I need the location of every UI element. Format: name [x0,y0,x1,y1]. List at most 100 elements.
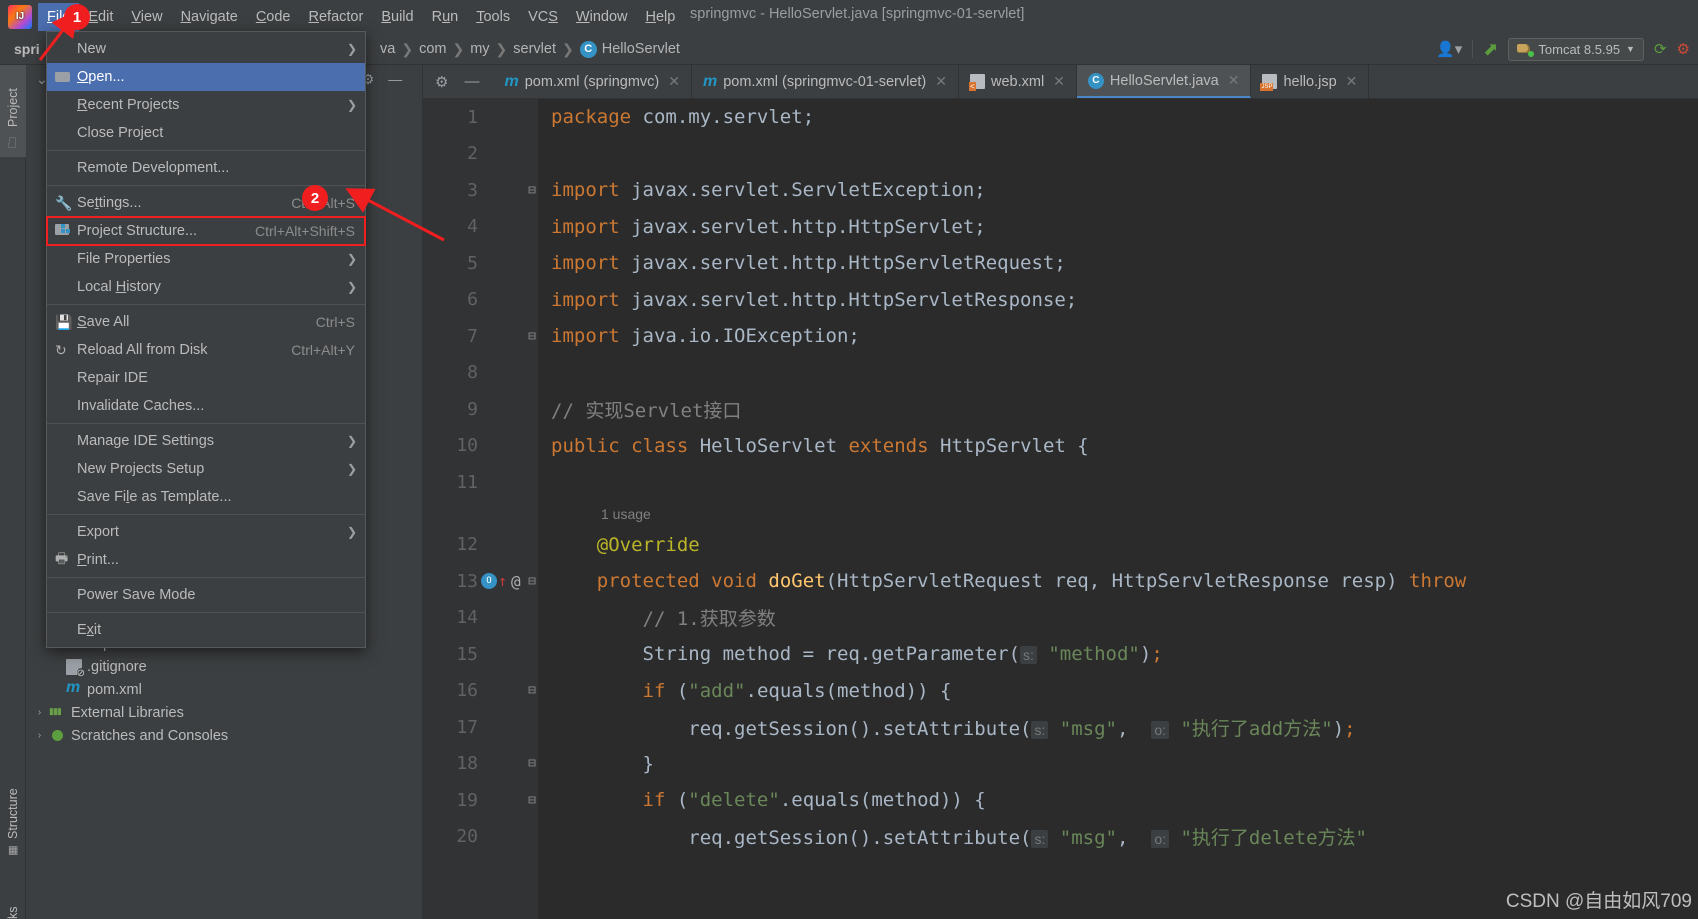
menu-item-label: Repair IDE [77,370,148,386]
menu-view[interactable]: View [122,3,171,31]
line-number: 6 [467,289,478,311]
minimize-icon[interactable]: — [388,71,402,87]
breadcrumb-item-va[interactable]: va [380,41,398,57]
close-icon[interactable]: ✕ [668,73,680,90]
close-icon[interactable]: ✕ [1053,73,1065,90]
chevron-right-icon[interactable]: › [34,730,45,741]
user-account-icon[interactable]: 👤▾ [1436,40,1462,58]
editor-tab-web.xml[interactable]: web.xml ✕ [959,65,1077,98]
menu-item-export[interactable]: Export ❯ [47,518,365,546]
chevron-right-icon: ❯ [346,462,357,476]
tree-row[interactable]: › Scratches and Consoles [26,724,422,747]
code-fold-icon[interactable]: ⊟ [523,329,541,344]
editor-tab-helloservlet.java[interactable]: C HelloServlet.java ✕ [1076,65,1252,98]
menu-window[interactable]: Window [567,3,637,31]
menu-bar: FileEditViewNavigateCodeRefactorBuildRun… [38,0,684,33]
menu-refactor[interactable]: Refactor [300,3,373,31]
menu-code[interactable]: Code [247,3,300,31]
menu-item-file-properties[interactable]: File Properties ❯ [47,245,365,273]
menu-item-new-projects-setup[interactable]: New Projects Setup ❯ [47,455,365,483]
menu-build[interactable]: Build [372,3,422,31]
menu-item-reload-all-from-disk[interactable]: ↻ Reload All from Disk Ctrl+Alt+Y [47,336,365,364]
menu-item-label: Exit [77,622,102,638]
tool-window-tab-project[interactable]: 🗀 Project [0,65,26,157]
menu-item-repair-ide[interactable]: Repair IDE [47,364,365,392]
menu-item-save-file-as-template[interactable]: Save File as Template... [47,483,365,511]
menu-item-label: Print... [77,552,119,568]
tree-row[interactable]: .gitignore [26,655,422,679]
chevron-right-icon[interactable]: › [34,707,45,718]
breadcrumb-item-servlet[interactable]: servlet [513,41,559,57]
breadcrumb-item-com[interactable]: com [419,41,449,57]
code-line-1: 1 package com.my.servlet; [423,99,1698,136]
breadcrumb-item-my[interactable]: my [470,41,492,57]
menu-run[interactable]: Run [423,3,468,31]
editor-tab-pom.xml-springmvc-01-servlet-[interactable]: m pom.xml (springmvc-01-servlet) ✕ [692,65,959,98]
editor-tab-label: HelloServlet.java [1109,72,1219,89]
tool-window-tab-bookmarks[interactable]: Bookmarks [0,865,26,919]
menu-item-print[interactable]: 🖶 Print... [47,546,365,574]
menu-item-recent-projects[interactable]: Recent Projects ❯ [47,91,365,119]
menu-item-invalidate-caches[interactable]: Invalidate Caches... [47,392,365,420]
xml-file-icon [968,74,985,91]
menu-item-project-structure[interactable]: Project Structure... Ctrl+Alt+Shift+S [46,216,366,246]
green-arrow-up-icon[interactable]: ⬈ [1483,39,1498,60]
gear-red-icon[interactable]: ⚙ [1677,40,1690,58]
editor-tab-pom.xml-springmvc-[interactable]: m pom.xml (springmvc) ✕ [493,65,692,98]
code-fold-icon[interactable]: ⊟ [523,756,541,771]
menu-separator [47,577,365,578]
menu-item-manage-ide-settings[interactable]: Manage IDE Settings ❯ [47,427,365,455]
close-icon[interactable]: ✕ [935,73,947,90]
menu-item-label: Project Structure... [77,223,198,239]
menu-item-close-project[interactable]: Close Project [47,119,365,147]
editor-tab-hello.jsp[interactable]: hello.jsp ✕ [1251,65,1370,98]
tree-row[interactable]: › External Libraries [26,701,422,724]
code-fold-icon[interactable]: ⊟ [523,793,541,808]
breadcrumb-separator: ❯ [562,40,574,57]
minimize-icon[interactable]: — [464,73,479,90]
menu-item-label: New Projects Setup [77,461,205,477]
menu-tools[interactable]: Tools [467,3,519,31]
scratches-icon [50,728,66,744]
chevron-right-icon: ❯ [346,434,357,448]
code-line-5: 5 import javax.servlet.http.HttpServletRe… [423,245,1698,282]
menu-item-label: Settings... [77,195,142,211]
code-fold-icon[interactable]: ⊟ [523,183,541,198]
gear-icon[interactable]: ⚙ [435,73,448,91]
annotation-badge-1: 1 [64,4,90,30]
code-fold-icon[interactable]: ⊟ [523,574,541,589]
menu-item-local-history[interactable]: Local History ❯ [47,273,365,301]
code-line-text: String method = req.getParameter(s: "met… [642,643,1163,666]
run-configuration-selector[interactable]: Tomcat 8.5.95 ▼ [1508,37,1644,61]
menu-help[interactable]: Help [636,3,684,31]
menu-navigate[interactable]: Navigate [172,3,247,31]
code-line-6: 6 import javax.servlet.http.HttpServletRe… [423,282,1698,319]
close-icon[interactable]: ✕ [1346,73,1358,90]
editor-tabs-container: m pom.xml (springmvc) ✕ m pom.xml (springmvc… [493,65,1370,98]
menu-item-label: Power Save Mode [77,587,196,603]
menu-separator [47,423,365,424]
menu-item-open[interactable]: Open... [47,63,365,91]
menu-item-new[interactable]: New ❯ [47,35,365,63]
file-menu-popup[interactable]: New ❯ Open... Recent Projects ❯ Close Project… [46,31,366,648]
code-line-3: 3 ⊟ import javax.servlet.ServletException; [423,172,1698,209]
code-fold-icon[interactable]: ⊟ [523,683,541,698]
menu-item-exit[interactable]: Exit [47,616,365,644]
menu-item-power-save-mode[interactable]: Power Save Mode [47,581,365,609]
refresh-icon[interactable]: ⟳ [1654,40,1667,58]
menu-item-label: Local History [77,279,161,295]
tool-window-tab-structure[interactable]: ▦ Structure [0,753,26,863]
tree-row[interactable]: pom.xml [26,678,422,701]
menu-vcs[interactable]: VCS [519,3,567,31]
menu-item-remote-development[interactable]: Remote Development... [47,154,365,182]
menu-item-label: Reload All from Disk [77,342,208,358]
menu-item-save-all[interactable]: 💾 Save All Ctrl+S [47,308,365,336]
project-structure-icon [55,223,77,239]
navbar-project-name[interactable]: spri [14,41,40,57]
close-icon[interactable]: ✕ [1228,72,1240,89]
breadcrumb-item-HelloServlet[interactable]: C HelloServlet [579,40,683,58]
usage-hint[interactable]: 1 usage [423,501,1698,527]
code-line-13: 13 O ↑ @ ⊟ protected void doGet(HttpServletR… [423,563,1698,600]
code-editor[interactable]: 1 package com.my.servlet; 2 3 ⊟ import javax.… [423,99,1698,919]
code-line-9: 9// 实现Servlet接口 [423,391,1698,428]
